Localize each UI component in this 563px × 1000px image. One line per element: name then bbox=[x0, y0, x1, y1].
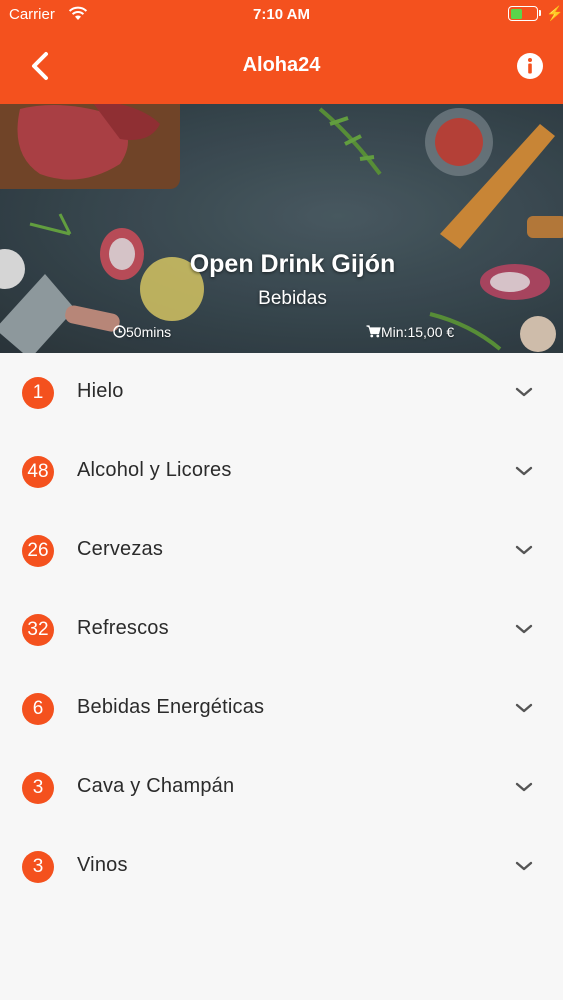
shop-name: Open Drink Gijón bbox=[189, 250, 396, 278]
page-title: Aloha24 bbox=[242, 54, 321, 76]
category-row-bebidas-energeticas[interactable]: 6 Bebidas Energéticas bbox=[0, 669, 563, 748]
category-label: Alcohol y Licores bbox=[77, 459, 232, 481]
category-count-badge: 3 bbox=[22, 851, 54, 883]
category-row-cava-y-champan[interactable]: 3 Cava y Champán bbox=[0, 748, 563, 827]
chevron-down-icon[interactable] bbox=[514, 622, 534, 636]
status-time: 7:10 AM bbox=[253, 6, 310, 23]
category-row-cervezas[interactable]: 26 Cervezas bbox=[0, 511, 563, 590]
app-header: Carrier 7:10 AM ⚡ Aloha24 bbox=[0, 0, 563, 104]
food-background-image bbox=[0, 104, 563, 353]
category-row-alcohol-y-licores[interactable]: 48 Alcohol y Licores bbox=[0, 432, 563, 511]
battery-nub bbox=[539, 10, 541, 16]
info-button[interactable] bbox=[516, 52, 544, 80]
category-count-badge: 3 bbox=[22, 772, 54, 804]
category-count-badge: 1 bbox=[22, 377, 54, 409]
category-row-refrescos[interactable]: 32 Refrescos bbox=[0, 590, 563, 669]
category-count-badge: 6 bbox=[22, 693, 54, 725]
category-label: Cervezas bbox=[77, 538, 164, 560]
chevron-down-icon[interactable] bbox=[514, 464, 534, 478]
battery-level bbox=[510, 8, 522, 19]
category-label: Vinos bbox=[77, 854, 128, 876]
charging-icon: ⚡ bbox=[546, 5, 563, 21]
clock-icon bbox=[113, 325, 126, 338]
delivery-time-value: 50mins bbox=[126, 324, 172, 340]
minimum-order-value: Min:15,00 € bbox=[381, 324, 455, 340]
battery-icon bbox=[508, 6, 538, 21]
chevron-down-icon[interactable] bbox=[514, 859, 534, 873]
minimum-order: Min:15,00 € bbox=[366, 324, 454, 340]
chevron-down-icon[interactable] bbox=[514, 701, 534, 715]
shop-banner: Open Drink Gijón Bebidas 50mins Min:15,0… bbox=[0, 104, 563, 353]
category-count-badge: 32 bbox=[22, 614, 54, 646]
category-label: Bebidas Energéticas bbox=[77, 696, 265, 718]
category-count-badge: 48 bbox=[22, 456, 54, 488]
category-label: Cava y Champán bbox=[77, 775, 235, 797]
chevron-down-icon[interactable] bbox=[514, 385, 534, 399]
cart-icon bbox=[366, 325, 381, 338]
category-row-hielo[interactable]: 1 Hielo bbox=[0, 353, 563, 432]
category-label: Refrescos bbox=[77, 617, 169, 639]
chevron-down-icon[interactable] bbox=[514, 543, 534, 557]
chevron-down-icon[interactable] bbox=[514, 780, 534, 794]
category-count-badge: 26 bbox=[22, 535, 54, 567]
category-label: Hielo bbox=[77, 380, 124, 402]
status-bar: Carrier 7:10 AM ⚡ bbox=[0, 0, 563, 30]
category-list: 1 Hielo 48 Alcohol y Licores 26 Cervezas… bbox=[0, 353, 563, 906]
shop-category: Bebidas bbox=[258, 288, 327, 309]
delivery-time: 50mins bbox=[113, 324, 171, 340]
category-row-vinos[interactable]: 3 Vinos bbox=[0, 827, 563, 906]
